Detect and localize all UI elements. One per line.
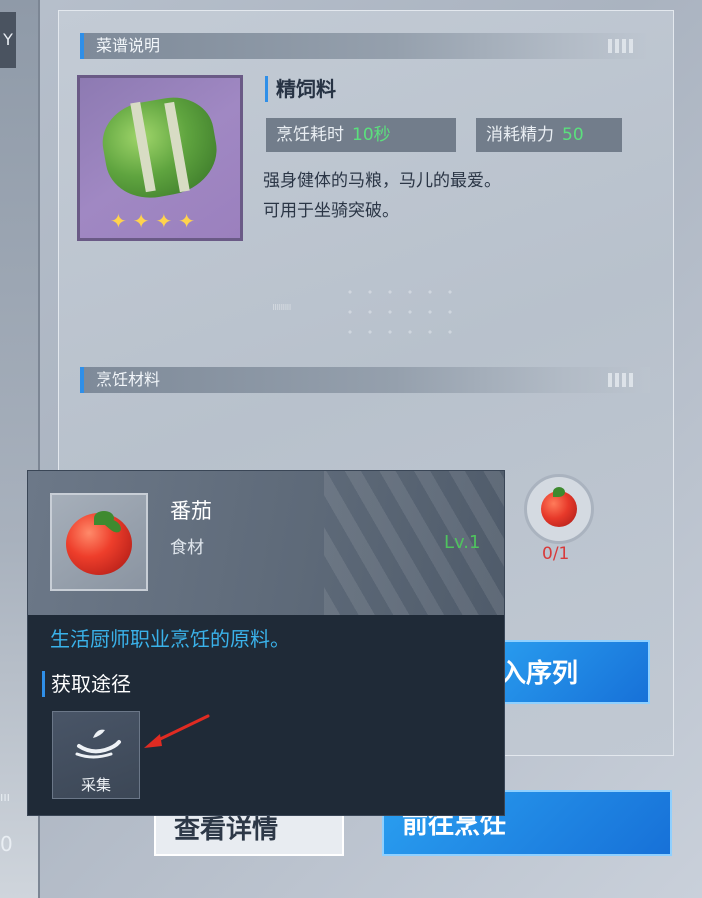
- left-tab[interactable]: Y: [0, 12, 16, 68]
- item-tooltip: 番茄 食材 Lv.1 生活厨师职业烹饪的原料。 获取途径 采集: [28, 471, 504, 815]
- recipe-description-header-label: 菜谱说明: [96, 36, 161, 55]
- cooking-materials-header-label: 烹饪材料: [96, 370, 161, 389]
- recipe-description-header: 菜谱说明: [80, 33, 650, 59]
- gather-source-label: 采集: [80, 776, 111, 794]
- gather-hand-icon: [75, 729, 121, 759]
- recipe-description-line: 可用于坐骑突破。: [263, 201, 399, 221]
- energy-cost-value: 50: [562, 125, 584, 145]
- tooltip-item-type: 食材: [170, 538, 204, 558]
- left-bottom-signal-text: ııı: [0, 790, 11, 804]
- recipe-description: 强身健体的马粮，马儿的最爱。 可用于坐骑突破。: [263, 166, 501, 226]
- tooltip-header: 番茄 食材 Lv.1: [28, 471, 504, 615]
- header-decoration: [608, 39, 634, 53]
- red-arrow-annotation: [144, 714, 210, 748]
- left-bottom-number: 0: [0, 832, 13, 856]
- tomato-leaf: [553, 487, 565, 497]
- gather-source-button[interactable]: 采集: [52, 711, 140, 799]
- star-rating: ✦✦✦✦: [110, 209, 202, 233]
- tooltip-description: 生活厨师职业烹饪的原料。: [50, 627, 290, 651]
- source-header: 获取途径: [42, 671, 131, 697]
- decorative-dots: [340, 282, 460, 342]
- cook-time-label: 烹饪耗时: [276, 125, 344, 145]
- grass-bundle-icon: [96, 91, 224, 205]
- add-to-queue-button[interactable]: 入序列: [480, 640, 650, 704]
- recipe-name: 精饲料: [265, 76, 336, 102]
- header-decoration: [608, 373, 634, 387]
- recipe-item-image[interactable]: ✦✦✦✦: [77, 75, 243, 241]
- energy-cost-stat: 消耗精力 50: [476, 118, 622, 152]
- energy-cost-label: 消耗精力: [486, 125, 554, 145]
- tooltip-item-level: Lv.1: [444, 532, 481, 553]
- cooking-materials-header: 烹饪材料: [80, 367, 650, 393]
- tooltip-item-icon: [50, 493, 148, 591]
- cook-time-stat: 烹饪耗时 10秒: [266, 118, 456, 152]
- recipe-description-line: 强身健体的马粮，马儿的最爱。: [263, 171, 501, 191]
- cook-time-value: 10秒: [352, 125, 391, 145]
- tooltip-item-name: 番茄: [170, 499, 212, 523]
- ingredient-count: 0/1: [542, 544, 570, 564]
- ingredient-slot-tomato[interactable]: [524, 474, 594, 544]
- decorative-hash: ııııııııı: [272, 300, 291, 313]
